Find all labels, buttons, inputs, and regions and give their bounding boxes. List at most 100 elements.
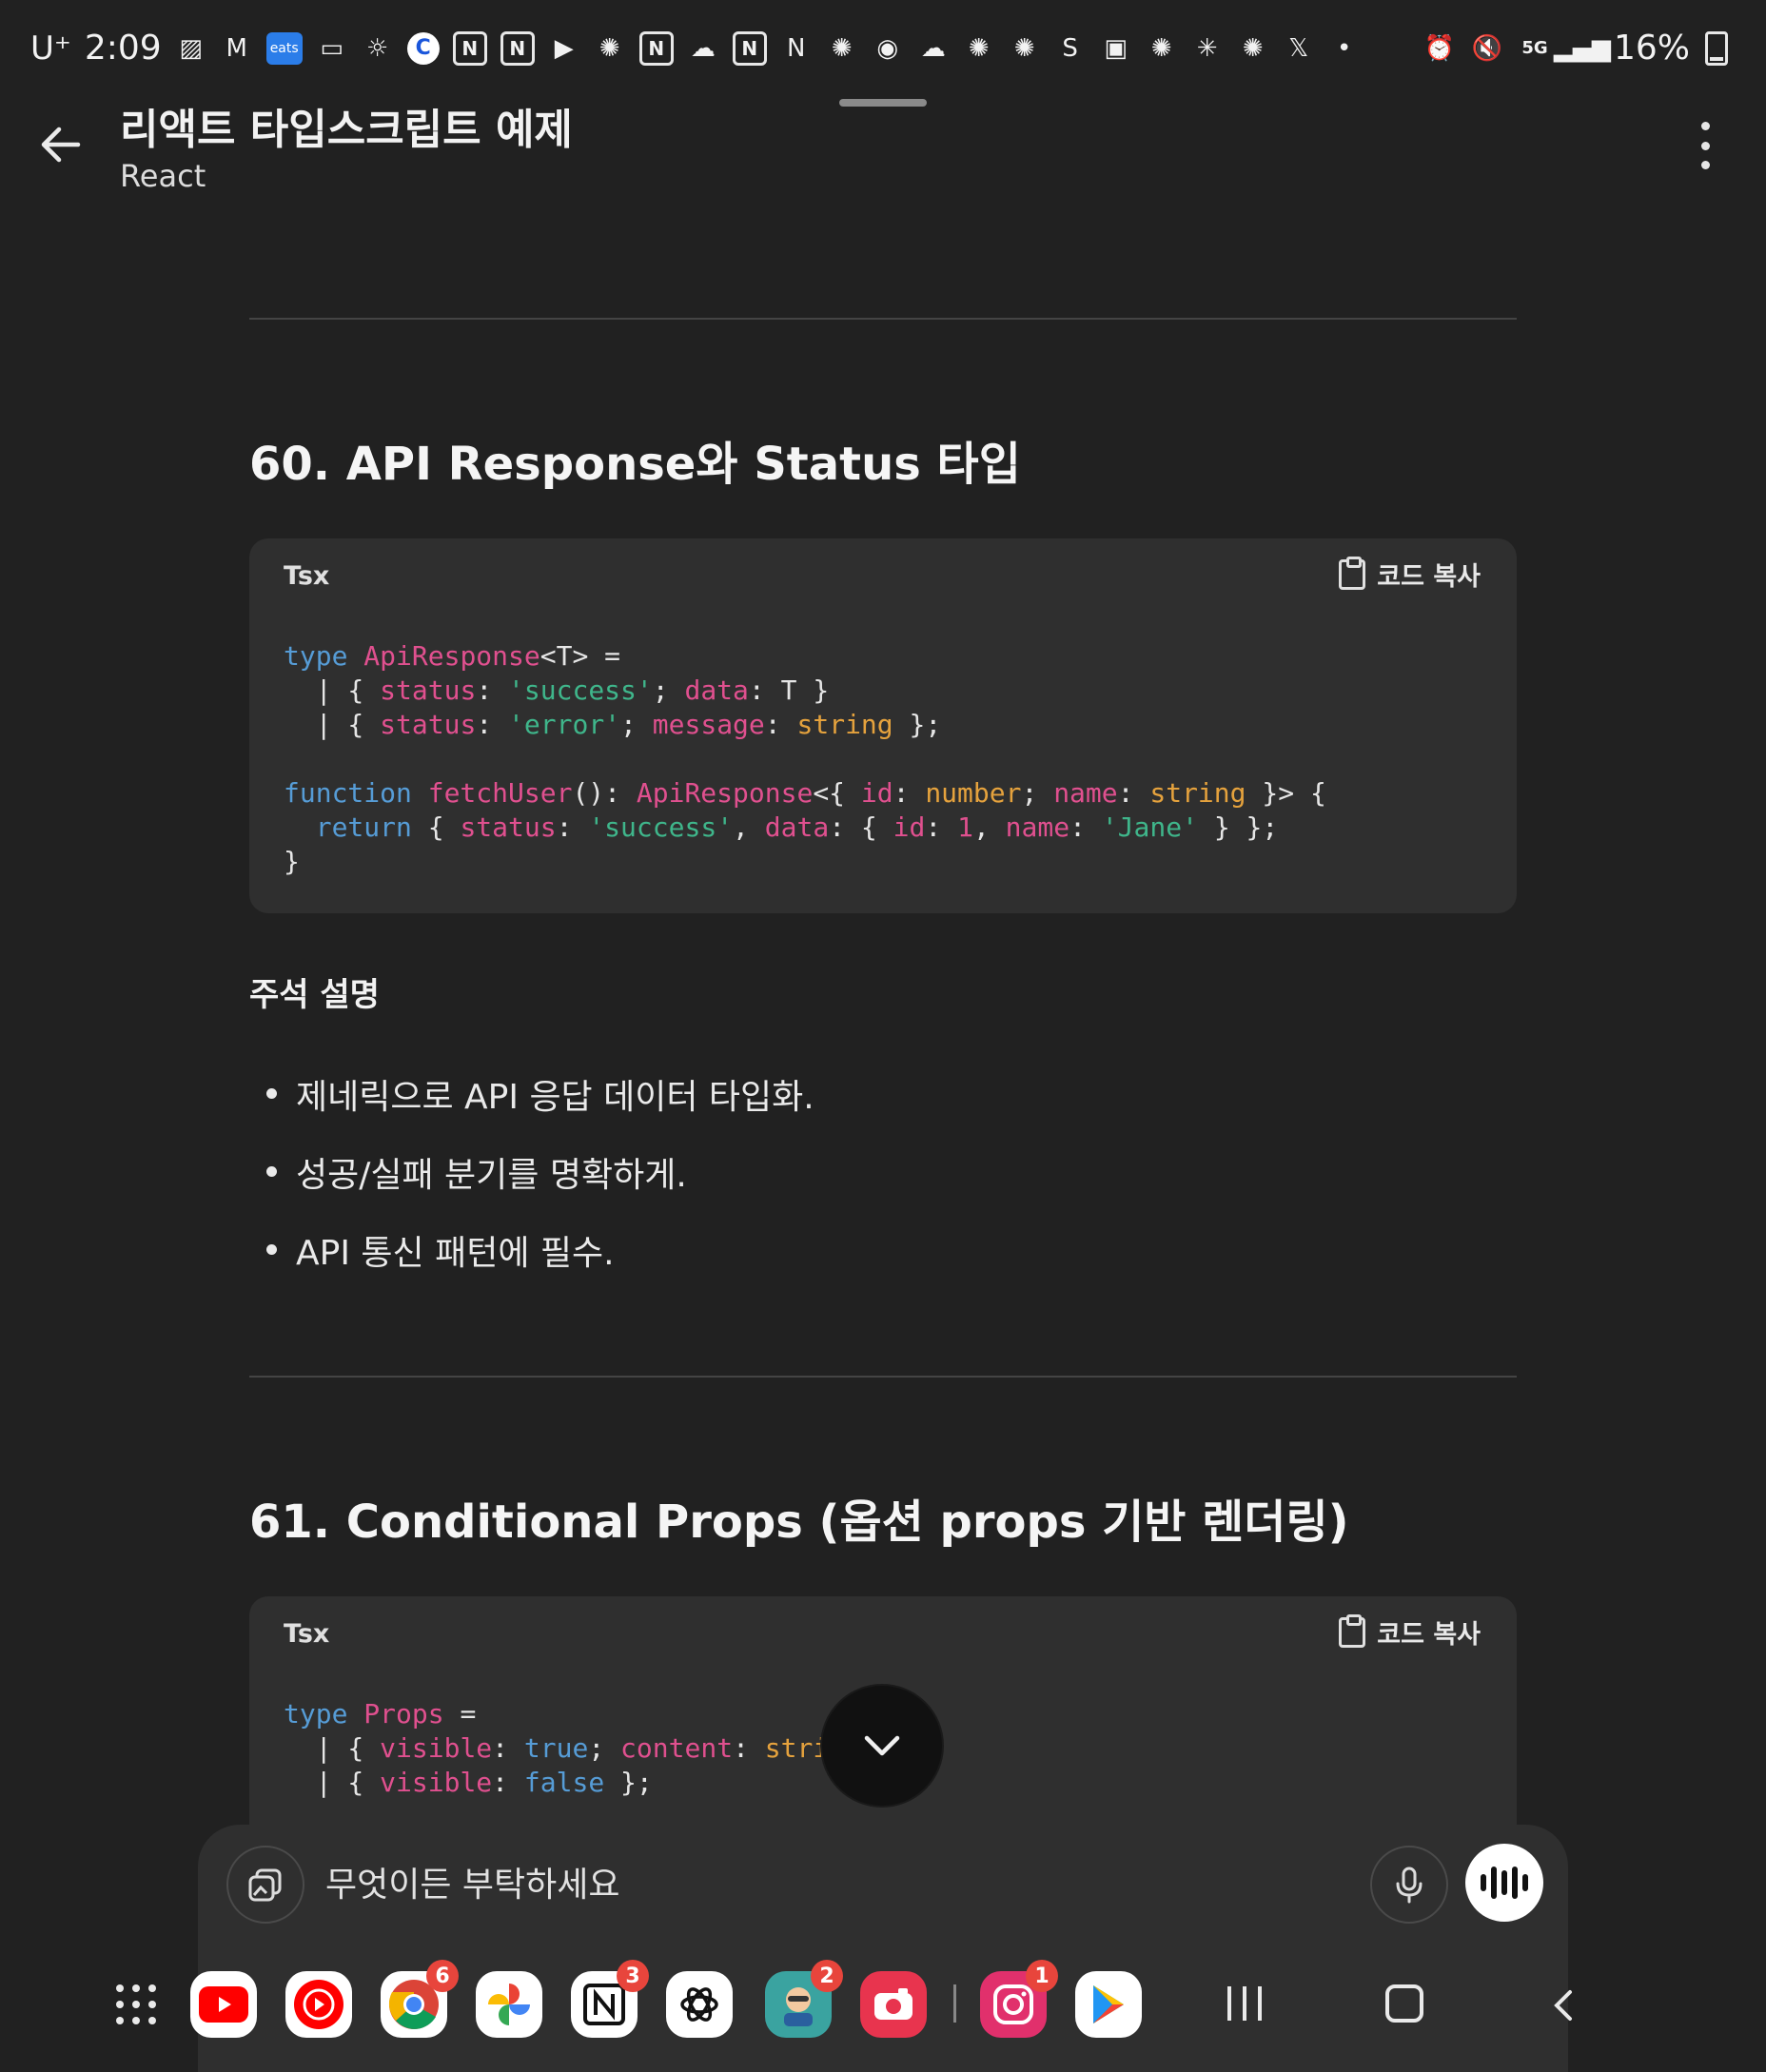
camera-app[interactable] [860,1971,927,2038]
grid-dot [116,2017,124,2024]
youtube-music-app[interactable] [285,1971,352,2038]
openai-notification-icon: ✺ [598,33,620,63]
game-badge: 2 [811,1960,843,1992]
photos-app[interactable] [476,1971,542,2038]
grid-dot [148,2001,156,2008]
voice-mode-button[interactable] [1465,1844,1543,1922]
copy-code-label: 코드 복사 [1377,1620,1481,1650]
list-item: API 통신 패턴에 필수. [266,1225,814,1303]
grid-dot [132,2001,140,2008]
code-block-60: Tsx 코드 복사 type ApiResponse<T> = | { stat… [249,538,1517,913]
copy-code-label: 코드 복사 [1377,562,1481,592]
instagram-app[interactable]: 1 [980,1960,1058,2038]
grid-dot [116,2001,124,2008]
list-item: 제네릭으로 API 응답 데이터 타입화. [266,1069,814,1147]
x-notification-icon: 𝕏 [1288,33,1309,63]
gallery-notification-icon: ▨ [179,33,203,63]
battery-icon [1705,30,1728,66]
won-notification-icon-2: ☁ [920,33,946,63]
alarm-icon: ⏰ [1423,33,1456,63]
mute-icon: 🔇 [1471,33,1503,63]
notion-notification-icon-2: N [500,30,535,66]
sheet-drag-handle[interactable] [839,99,927,107]
nav-back-button[interactable] [1545,1986,1583,2024]
gmail-notification-icon: M [226,33,247,63]
taskbar: 6 3 2 1 [0,1960,1766,2055]
copy-code-button[interactable]: 코드 복사 [1339,1613,1481,1651]
section-60-title: 60. API Response와 Status 타입 [249,438,1021,491]
section-61-title: 61. Conditional Props (옵션 props 기반 렌더링) [249,1495,1349,1549]
brightness-notification-icon: ☼ [366,33,389,63]
dot-icon [1700,141,1710,150]
nplus-notification-icon: ▣ [1104,33,1128,63]
copy-code-button[interactable]: 코드 복사 [1339,556,1481,593]
more-notifications-dot-icon: • [1337,33,1352,63]
code-language-label: Tsx [284,561,330,591]
chevron-down-icon [864,1735,900,1756]
netflix-notification-icon: N [786,33,806,63]
notes-heading: 주석 설명 [249,976,380,1014]
play-notification-icon: ▶ [554,33,574,63]
chevron-left-icon [1554,1990,1572,2021]
notes-list: 제네릭으로 API 응답 데이터 타입화. 성공/실패 분기를 명확하게. AP… [266,1069,814,1303]
recent-bar [1243,1986,1246,2021]
dot-icon [1700,161,1710,169]
naver-notification-icon: N [732,30,767,66]
section-divider [249,1376,1517,1378]
notion-icon [583,1984,625,2025]
openai-icon [680,1987,718,2022]
list-item: 성공/실패 분기를 명확하게. [266,1147,814,1225]
grid-dot [148,1984,156,1992]
clipboard-icon [1339,1613,1366,1648]
page-subtitle: React [120,158,206,194]
instagram-badge: 1 [1026,1960,1058,1992]
carrier-label: U⁺ [30,29,71,68]
notion-app[interactable]: 3 [571,1960,649,2038]
notion-notification-icon: N [452,30,487,66]
code-content: type ApiResponse<T> = | { status: 'succe… [284,640,1326,877]
camera-icon [874,1988,912,2020]
app-drawer-button[interactable] [116,1984,156,2024]
dictate-button[interactable] [1370,1846,1448,1924]
battery-percent: 16% [1613,29,1690,68]
images-icon [248,1868,282,1902]
code-language-label: Tsx [284,1619,330,1649]
clock: 2:09 [84,29,162,68]
recent-bar [1227,1986,1231,2021]
arrow-left-icon [41,127,81,163]
back-button[interactable] [34,118,88,171]
instagram-icon [993,1984,1033,2024]
attach-image-button[interactable] [226,1846,304,1924]
scroll-to-bottom-button[interactable] [822,1686,942,1806]
openai-notification-icon-2: ✺ [831,33,853,63]
voice-wave-bar [1512,1867,1518,1899]
pinwheel-photos-icon [488,1984,530,2025]
game-app[interactable]: 2 [765,1960,843,2038]
toss-notification-icon: ◉ [876,33,899,63]
chrome-badge: 6 [426,1960,459,1992]
clipboard-icon [1339,556,1366,590]
dot-icon [1700,122,1710,130]
voice-wave-bar [1522,1874,1528,1891]
play-store-app[interactable] [1075,1971,1142,2038]
message-input[interactable] [324,1857,1260,1912]
recent-bar [1258,1986,1262,2021]
recent-apps-button[interactable] [1227,1986,1262,2021]
voice-wave-icon [1481,1874,1486,1891]
signal-icon: ▂▄▆ [1553,33,1611,63]
c-app-notification-icon: C [406,31,440,65]
page-title: 리액트 타입스크립트 예제 [120,106,573,154]
more-options-button[interactable] [1684,122,1726,169]
play-store-icon [1093,1985,1124,2023]
code-content: type Props = | { visible: true; content:… [284,1698,830,1798]
chrome-app[interactable]: 6 [381,1960,459,2038]
5g-icon: 5G [1521,38,1548,58]
taskbar-separator [953,1984,956,2023]
openai-notification-icon-5: ✺ [1150,33,1172,63]
openai-notification-icon-6: ✺ [1242,33,1264,63]
home-button[interactable] [1385,1984,1423,2023]
microphone-icon [1396,1867,1423,1904]
youtube-app[interactable] [190,1971,257,2038]
status-bar: U⁺ 2:09 ▨ M eats ▭ ☼ C N N ▶ ✺ N ☁ N N ✺… [0,0,1766,95]
chatgpt-app[interactable] [666,1971,733,2038]
